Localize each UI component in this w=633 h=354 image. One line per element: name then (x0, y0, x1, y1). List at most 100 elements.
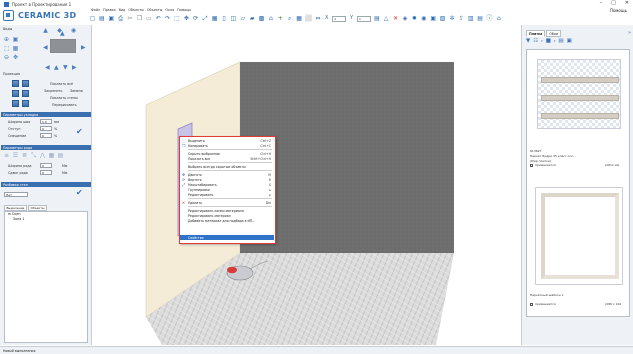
minimize-button[interactable]: – (600, 0, 603, 6)
maximize-button[interactable]: □ (611, 0, 616, 6)
view-reset-icon[interactable]: ◉ (70, 27, 77, 34)
tree-item-zone[interactable]: Зона 1 (5, 217, 87, 222)
tab-tiles[interactable]: Плитка (526, 30, 546, 37)
wall-split-select[interactable]: Нет (4, 192, 28, 197)
menu-item-properties[interactable]: Свойства (180, 235, 274, 240)
row-offset-icon[interactable]: ▤ (57, 152, 64, 159)
view-preview[interactable] (50, 39, 76, 53)
settings-icon[interactable]: ✲ (448, 15, 455, 22)
view-up-icon[interactable]: ▲ (42, 27, 49, 34)
row-brick-icon[interactable]: ▦ (48, 152, 55, 159)
seam-width-field[interactable]: 1.0 (40, 119, 52, 124)
render-icon[interactable]: ◈ (402, 15, 409, 22)
zoom-icon[interactable]: ⌕ (286, 15, 293, 22)
y-axis-icon[interactable]: Y (349, 15, 355, 22)
projection-top-icon[interactable] (12, 90, 19, 97)
menu-item-add-material[interactable]: Добавить материал для подбора в ИП... (180, 218, 274, 223)
floor-tool-icon[interactable]: ▱ (239, 15, 246, 22)
projection-persp-icon[interactable] (12, 100, 19, 107)
x-value-field[interactable]: 1 (332, 15, 347, 22)
zoom-in-icon[interactable]: ⊕ (3, 36, 10, 43)
grid-icon[interactable]: ▦ (296, 15, 303, 22)
offset-field[interactable]: 0 (40, 126, 52, 131)
move-tool-icon[interactable]: ✥ (183, 15, 190, 22)
cut-icon[interactable]: ✂ (127, 15, 134, 22)
show-room-button[interactable]: Показать всё (50, 82, 73, 86)
camera-icon[interactable]: ◉ (420, 15, 427, 22)
list-view-icon[interactable]: ☷ (533, 38, 538, 45)
layers-icon[interactable]: ▤ (373, 15, 380, 22)
pan-icon[interactable]: ✥ (12, 54, 19, 61)
apply-wall-check-icon[interactable]: ✔ (76, 189, 83, 197)
rotate-right-arrow-icon[interactable]: ▶ (81, 45, 86, 51)
y-value-field[interactable]: 1 (356, 15, 371, 22)
zoom-box-icon[interactable]: ⬚ (3, 45, 10, 52)
triangle-icon[interactable]: △ (383, 15, 390, 22)
shift-field[interactable]: 0 (40, 133, 52, 138)
door-tool-icon[interactable]: ▯ (220, 15, 227, 22)
wall-tool-icon[interactable]: ▦ (211, 15, 218, 22)
zoom-all-icon[interactable]: ▦ (12, 45, 19, 52)
paste-icon[interactable]: ▭ (145, 15, 152, 22)
select-tool-icon[interactable]: ⬚ (174, 15, 181, 22)
tile-thumbnail[interactable] (537, 59, 621, 129)
row-shift-field[interactable]: 0 (40, 170, 52, 175)
apply-tile-check-icon[interactable]: ✔ (76, 128, 83, 136)
projection-iso-icon[interactable] (22, 90, 29, 97)
arrow-up-icon[interactable]: ▲ (54, 65, 59, 71)
new-file-icon[interactable]: ▢ (89, 15, 96, 22)
template-thumbnail[interactable] (535, 187, 623, 285)
row-align-center-icon[interactable]: ☰ (12, 152, 19, 159)
export-icon[interactable]: ⇪ (458, 15, 465, 22)
replace-button[interactable]: Замена (70, 89, 83, 93)
help-link[interactable]: Помощь (610, 8, 627, 13)
row-params-header[interactable]: Параметры ряда (1, 145, 91, 150)
row-diagonal-icon[interactable]: ⤡ (30, 152, 37, 159)
rotate-tool-icon[interactable]: ⟳ (192, 15, 199, 22)
filter-icon[interactable]: ▼ (526, 38, 530, 45)
dropdown-icon[interactable]: ▾ (541, 40, 543, 43)
open-file-icon[interactable]: ▤ (98, 15, 105, 22)
delete-tool-icon[interactable]: ✕ (392, 15, 399, 22)
dropdown-icon[interactable]: ▾ (554, 40, 556, 43)
projection-back-icon[interactable] (22, 100, 29, 107)
tile-params-header[interactable]: Параметры укладки (1, 112, 91, 117)
bind-button[interactable]: Закрепить (44, 89, 62, 93)
arrow-left-icon[interactable]: ◀ (45, 65, 50, 71)
show-walls-button[interactable]: Показать стены (50, 96, 78, 100)
rotate-up-arrow-icon[interactable]: ▲ (60, 31, 65, 37)
frame-icon[interactable]: ⬜ (305, 15, 312, 22)
window-tool-icon[interactable]: ◫ (230, 15, 237, 22)
details-view-icon[interactable]: ▤ (558, 38, 563, 45)
zoom-out-icon[interactable]: ⊖ (3, 54, 10, 61)
menu-item-edit[interactable]: Редактировать ▸ (180, 192, 274, 197)
copy-icon[interactable]: ❐ (136, 15, 143, 22)
furniture-tool-icon[interactable]: ⌂ (267, 15, 274, 22)
collapse-panel-icon[interactable]: » (628, 30, 631, 36)
row-herringbone-icon[interactable]: ⋀ (39, 152, 46, 159)
row-width-field[interactable]: 0 (40, 163, 52, 168)
ceiling-tool-icon[interactable]: ▰ (249, 15, 256, 22)
tile-tool-icon[interactable]: ▩ (258, 15, 265, 22)
rotate-left-arrow-icon[interactable]: ◀ (43, 45, 48, 51)
redraw-button[interactable]: Перерисовать (52, 103, 77, 107)
preview-icon[interactable]: ▣ (567, 38, 572, 45)
undo-icon[interactable]: ↶ (155, 15, 162, 22)
home-icon[interactable]: ⌂ (495, 15, 502, 22)
arrow-down-icon[interactable]: ▼ (63, 65, 68, 71)
print-icon[interactable]: ⎙ (117, 15, 124, 22)
save-icon[interactable]: ▣ (108, 15, 115, 22)
photo-icon[interactable]: ▣ (430, 15, 437, 22)
projection-front-icon[interactable] (12, 80, 19, 87)
redo-icon[interactable]: ↷ (164, 15, 171, 22)
row-align-right-icon[interactable]: ≣ (21, 152, 28, 159)
x-axis-icon[interactable]: X (324, 15, 330, 22)
item1-checkbox[interactable] (530, 164, 533, 167)
estimate-icon[interactable]: ▤ (477, 15, 484, 22)
report-icon[interactable]: ▥ (467, 15, 474, 22)
light-icon[interactable]: ✹ (411, 15, 418, 22)
row-align-left-icon[interactable]: ≡ (3, 152, 10, 159)
menu-item-copy[interactable]: ❐ Копировать Ctrl+C (180, 143, 274, 148)
info-icon[interactable]: ⓘ (486, 15, 493, 22)
item2-checkbox[interactable] (530, 303, 533, 306)
